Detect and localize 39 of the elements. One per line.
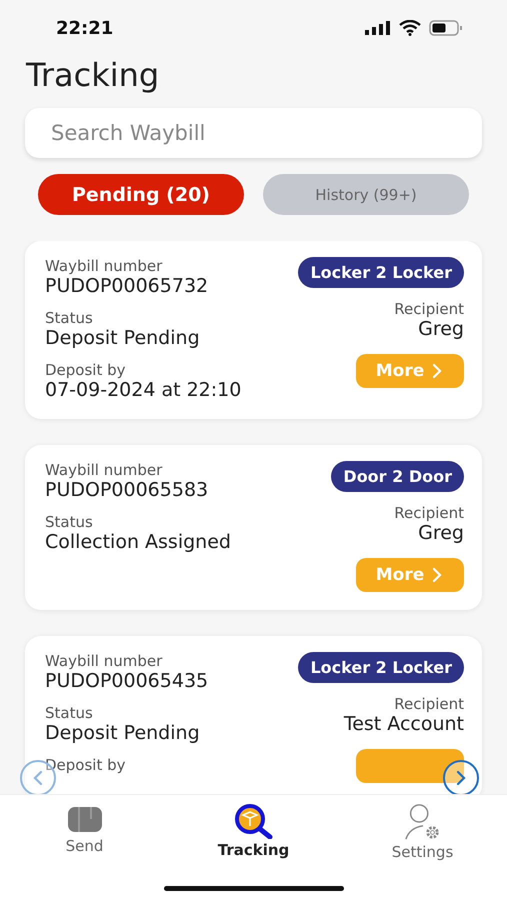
service-badge: Locker 2 Locker bbox=[298, 652, 464, 683]
search-field[interactable]: Search Waybill bbox=[25, 108, 482, 158]
waybill-number: PUDOP00065435 bbox=[45, 670, 208, 692]
field-label: Waybill number bbox=[45, 461, 162, 479]
nav-tab[interactable]: Settings bbox=[358, 803, 488, 861]
battery-icon bbox=[429, 20, 463, 36]
field-label: Waybill number bbox=[45, 257, 162, 275]
service-badge: Locker 2 Locker bbox=[298, 257, 464, 288]
nav-tab[interactable]: Tracking bbox=[188, 803, 318, 861]
clock-time: 22:21 bbox=[56, 18, 114, 38]
waybill-number: PUDOP00065583 bbox=[45, 479, 208, 501]
wifi-icon bbox=[399, 20, 421, 36]
filter-tab[interactable]: History (99+) bbox=[263, 174, 469, 215]
status-value: Deposit Pending bbox=[45, 722, 200, 744]
recipient-name: Test Account bbox=[344, 713, 464, 735]
waybill-number: PUDOP00065732 bbox=[45, 275, 208, 297]
signal-icon bbox=[365, 21, 391, 35]
chevron-right-icon bbox=[430, 567, 444, 583]
field-label: Recipient bbox=[394, 695, 464, 713]
filter-tab[interactable]: Pending (20) bbox=[38, 174, 244, 215]
deposit-date: 07-09-2024 at 22:10 bbox=[45, 379, 242, 401]
chevron-left-icon bbox=[31, 770, 45, 786]
status-value: Collection Assigned bbox=[45, 531, 231, 553]
chevron-right-icon bbox=[454, 770, 468, 786]
service-badge: Door 2 Door bbox=[331, 461, 464, 492]
field-label: Recipient bbox=[394, 504, 464, 522]
field-label: Status bbox=[45, 704, 93, 722]
field-label: Waybill number bbox=[45, 652, 162, 670]
recipient-name: Greg bbox=[418, 318, 464, 340]
more-button[interactable] bbox=[356, 749, 464, 783]
chevron-right-icon bbox=[430, 363, 444, 379]
field-label: Status bbox=[45, 513, 93, 531]
recipient-name: Greg bbox=[418, 522, 464, 544]
field-label: Status bbox=[45, 309, 93, 327]
nav-tab[interactable]: Send bbox=[20, 803, 150, 861]
status-value: Deposit Pending bbox=[45, 327, 200, 349]
field-label: Deposit by bbox=[45, 361, 126, 379]
page-title: Tracking bbox=[26, 56, 160, 94]
field-label: Recipient bbox=[394, 300, 464, 318]
